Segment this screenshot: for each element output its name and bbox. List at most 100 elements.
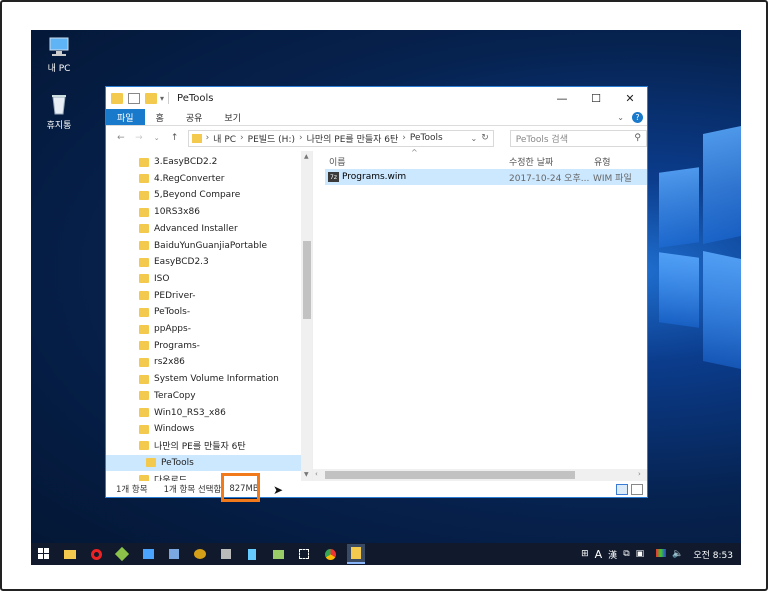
up-arrow-icon[interactable]: ↑ <box>166 133 184 143</box>
folder-icon <box>146 458 156 468</box>
large-icons-view-icon[interactable] <box>631 483 643 495</box>
clock[interactable]: 오전 8:53 <box>693 548 733 561</box>
wallpaper-beam <box>703 125 741 245</box>
nav-item[interactable]: System Volume Information <box>139 371 279 387</box>
quick-access-dropdown-icon[interactable]: ▾ <box>160 94 164 103</box>
nav-item[interactable]: BaiduYunGuanjiaPortable <box>139 238 267 254</box>
minimize-button[interactable]: — <box>545 87 579 109</box>
scroll-right-icon[interactable]: › <box>638 470 641 478</box>
divider <box>168 92 170 104</box>
registry-icon[interactable] <box>165 547 183 561</box>
desktop: 내 PC 휴지통 ▾ PeTools — ☐ ✕ 파일 홈 공유 보기 ⌄ ? … <box>31 30 741 565</box>
search-box[interactable]: PeTools 검색 ⚲ <box>509 129 647 147</box>
forward-arrow-icon[interactable]: → <box>130 133 148 143</box>
breadcrumb-item[interactable]: PeTools <box>410 133 443 143</box>
network-icon[interactable]: ⧉ <box>623 549 629 559</box>
language-icon[interactable]: ⊞ <box>581 549 589 559</box>
breadcrumb-item[interactable]: 내 PC <box>213 132 236 145</box>
file-date: 2017-10-24 오후... <box>509 173 590 184</box>
desktop-icon-my-pc[interactable]: 내 PC <box>34 36 84 74</box>
breadcrumb-separator-icon: › <box>299 133 303 143</box>
nav-item[interactable]: 10RS3x86 <box>139 204 200 220</box>
address-dropdown-icon[interactable]: ⌄ <box>471 134 478 143</box>
active-explorer-icon[interactable] <box>347 544 365 564</box>
file-list-pane: 이름 ^ 수정한 날짜 유형 7z Programs.wim 2017-10-2… <box>313 148 647 481</box>
column-header-name[interactable]: 이름 <box>329 155 346 168</box>
navigation-pane: 3.EasyBCD2.2 4.RegConverter 5,Beyond Compa… <box>106 151 313 481</box>
scroll-up-icon[interactable]: ▲ <box>304 153 309 160</box>
size-highlight-box <box>221 473 260 502</box>
display-icon[interactable]: ▣ <box>636 549 645 559</box>
opera-icon[interactable] <box>87 547 105 561</box>
address-bar[interactable]: › 내 PC › PE빌드 (H:) › 나만의 PE를 만들자 6탄 › Pe… <box>187 129 494 147</box>
tool-icon[interactable] <box>113 546 131 562</box>
file-explorer-icon[interactable] <box>61 547 79 561</box>
title-bar[interactable]: ▾ PeTools — ☐ ✕ <box>106 87 647 109</box>
ribbon-expand-icon[interactable]: ⌄ <box>617 113 624 122</box>
nav-item[interactable]: EasyBCD2.3 <box>139 254 209 270</box>
color-icon[interactable] <box>650 548 667 560</box>
image-viewer-icon[interactable] <box>269 547 287 561</box>
tab-file[interactable]: 파일 <box>106 109 145 125</box>
column-header-type[interactable]: 유형 <box>594 155 611 168</box>
properties-icon[interactable] <box>128 92 140 104</box>
scrollbar-thumb[interactable] <box>303 241 311 319</box>
settings-tool-icon[interactable] <box>217 547 235 561</box>
nav-item-label: 3.EasyBCD2.2 <box>154 157 218 167</box>
tab-home[interactable]: 홈 <box>145 109 175 125</box>
disk-icon[interactable] <box>191 547 209 561</box>
nav-item[interactable]: 다운로드 <box>139 471 187 481</box>
refresh-icon[interactable]: ↻ <box>481 133 489 143</box>
maximize-button[interactable]: ☐ <box>579 87 613 109</box>
ime-mode-indicator[interactable]: A <box>595 548 603 561</box>
vertical-scrollbar[interactable]: ▲ ▼ <box>301 151 312 481</box>
breadcrumb-item[interactable]: PE빌드 (H:) <box>248 132 295 145</box>
nav-item-label: 4.RegConverter <box>154 173 225 184</box>
recent-dropdown-icon[interactable]: ⌄ <box>148 134 166 142</box>
new-folder-icon[interactable] <box>145 92 157 104</box>
horizontal-scrollbar[interactable]: ‹ › <box>313 469 647 481</box>
nav-item[interactable]: PeTools <box>106 454 301 471</box>
nav-item[interactable]: 4.RegConverter <box>139 171 225 187</box>
nav-item[interactable]: PEDriver- <box>139 288 195 304</box>
nav-item-label: 다운로드 <box>154 475 188 481</box>
nav-item-label: Windows <box>154 424 195 435</box>
search-placeholder: PeTools 검색 <box>515 134 568 145</box>
file-row[interactable]: 7z Programs.wim 2017-10-24 오후... WIM 파일 <box>325 169 647 185</box>
tab-share[interactable]: 공유 <box>175 109 214 125</box>
close-button[interactable]: ✕ <box>613 87 647 109</box>
breadcrumb-item[interactable]: 나만의 PE를 만들자 6탄 <box>307 132 399 145</box>
nav-item[interactable]: 5,Beyond Compare <box>139 187 240 203</box>
volume-icon[interactable]: 🔈 <box>672 549 683 559</box>
column-header-date[interactable]: 수정한 날짜 <box>509 155 553 168</box>
details-view-icon[interactable] <box>616 483 628 495</box>
back-arrow-icon[interactable]: ← <box>112 133 130 143</box>
nav-item[interactable]: 나만의 PE를 만들자 6탄 <box>139 438 246 454</box>
start-icon[interactable] <box>35 547 53 561</box>
folder-icon <box>139 291 149 301</box>
nav-item[interactable]: ISO <box>139 271 169 287</box>
chrome-icon[interactable] <box>321 547 339 561</box>
desktop-icon-recycle-bin[interactable]: 휴지통 <box>34 93 84 131</box>
capture-icon[interactable] <box>295 547 313 561</box>
windows-flag-icon[interactable] <box>139 547 157 561</box>
tab-view[interactable]: 보기 <box>213 109 252 125</box>
nav-item[interactable]: 3.EasyBCD2.2 <box>139 154 217 170</box>
nav-item[interactable]: Programs- <box>139 338 200 354</box>
desktop-icon-label: 휴지통 <box>46 121 72 131</box>
nav-item[interactable]: PeTools- <box>139 304 190 320</box>
nav-item[interactable]: Windows <box>139 421 194 437</box>
nav-item[interactable]: TeraCopy <box>139 388 196 404</box>
nav-item[interactable]: Advanced Installer <box>139 221 238 237</box>
nav-item-label: PEDriver- <box>154 290 196 301</box>
nav-item[interactable]: Win10_RS3_x86 <box>139 405 226 421</box>
nav-item[interactable]: ppApps- <box>139 321 191 337</box>
help-icon[interactable]: ? <box>632 111 643 123</box>
document-icon[interactable] <box>243 547 261 561</box>
folder-icon <box>139 307 149 317</box>
ime-hanja-indicator[interactable]: 漢 <box>608 548 617 561</box>
scroll-down-icon[interactable]: ▼ <box>304 471 309 478</box>
nav-item[interactable]: rs2x86 <box>139 354 185 370</box>
scrollbar-thumb[interactable] <box>325 471 575 479</box>
scroll-left-icon[interactable]: ‹ <box>315 470 318 478</box>
